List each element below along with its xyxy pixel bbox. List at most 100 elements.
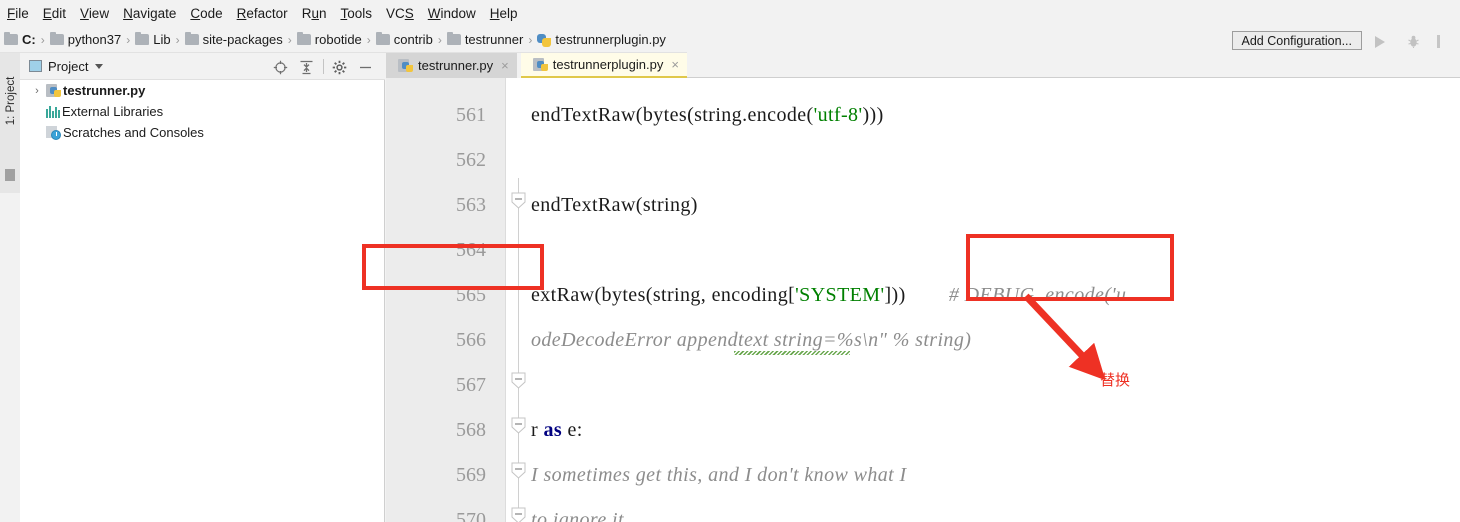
breadcrumb-python37[interactable]: python37 bbox=[49, 31, 122, 47]
menu-item-run[interactable]: Run bbox=[295, 4, 334, 23]
breadcrumb-robotide[interactable]: robotide bbox=[296, 31, 362, 47]
code-token-plain: ))) bbox=[862, 104, 884, 126]
project-panel: Project › testrunner.py External Librari… bbox=[20, 53, 385, 522]
fold-marker-icon[interactable] bbox=[511, 507, 526, 522]
menu-mnemonic: F bbox=[7, 6, 16, 21]
code-token-plain: endTextRaw(bytes(string.encode( bbox=[531, 104, 814, 126]
menu-item-code[interactable]: Code bbox=[183, 4, 229, 23]
breadcrumb-label: C: bbox=[22, 32, 36, 47]
menu-item-help[interactable]: Help bbox=[483, 4, 525, 23]
code-token-plain: endTextRaw(string) bbox=[531, 194, 698, 216]
pycharm-window: File Edit View Navigate Code Refactor Run Tools… bbox=[0, 0, 1460, 522]
menu-item-tools[interactable]: Tools bbox=[333, 4, 379, 23]
breadcrumb-lib[interactable]: Lib bbox=[135, 31, 171, 47]
scratches-icon bbox=[46, 125, 61, 140]
overflow-indicator[interactable] bbox=[1437, 35, 1440, 48]
line-number: 564 bbox=[456, 239, 486, 261]
chevron-down-icon[interactable] bbox=[95, 63, 104, 69]
locate-target-icon[interactable] bbox=[268, 53, 294, 80]
add-configuration-button[interactable]: Add Configuration... bbox=[1231, 31, 1362, 50]
line-number: 567 bbox=[456, 374, 486, 396]
breadcrumb-label: python37 bbox=[67, 32, 122, 47]
editor-tab-testrunnerplugin-py[interactable]: testrunnerplugin.py × bbox=[520, 53, 687, 78]
menu-item-window[interactable]: Window bbox=[421, 4, 483, 23]
menu-item-file[interactable]: File bbox=[0, 4, 36, 23]
code-line-565: extRaw(bytes(string, encoding['SYSTEM'])… bbox=[531, 285, 1126, 305]
breadcrumb-separator: › bbox=[437, 32, 442, 47]
line-number: 566 bbox=[456, 329, 486, 351]
fold-marker-icon[interactable] bbox=[511, 417, 526, 434]
menu-bar: File Edit View Navigate Code Refactor Run Tools… bbox=[0, 0, 1460, 27]
tree-item-scratches-and-consoles[interactable]: Scratches and Consoles bbox=[20, 122, 385, 143]
editor-tab-testrunner-py[interactable]: testrunner.py × bbox=[386, 53, 517, 78]
folder-icon bbox=[135, 31, 150, 45]
line-number: 568 bbox=[456, 419, 486, 441]
menu-mnemonic: C bbox=[190, 6, 201, 21]
breadcrumb-label: Lib bbox=[153, 32, 171, 47]
menu-item-refactor[interactable]: Refactor bbox=[230, 4, 295, 23]
menu-mnemonic: H bbox=[489, 6, 500, 21]
fold-marker-icon[interactable] bbox=[511, 462, 526, 479]
code-token-cmt: to ignore it. bbox=[531, 509, 630, 522]
tree-item-testrunner-py[interactable]: › testrunner.py bbox=[20, 80, 385, 101]
close-icon[interactable]: × bbox=[501, 58, 509, 73]
breadcrumb-label: testrunner bbox=[464, 32, 524, 47]
menu-item-edit[interactable]: Edit bbox=[36, 4, 73, 23]
spellcheck-squiggle bbox=[734, 351, 850, 355]
line-number-gutter: 561 562 563 564 565 566 567 568 569 570 bbox=[386, 78, 506, 522]
run-icon[interactable] bbox=[1375, 36, 1385, 48]
code-editor[interactable]: 561 562 563 564 565 566 567 568 569 570 endTextRa… bbox=[386, 78, 1460, 522]
strip-filler bbox=[0, 193, 20, 522]
project-panel-header: Project bbox=[20, 53, 385, 80]
breadcrumb-label: contrib bbox=[393, 32, 433, 47]
annotation-label: 替换 bbox=[1100, 371, 1131, 389]
strip-handle[interactable] bbox=[5, 169, 15, 181]
toolbar-divider bbox=[323, 59, 324, 74]
breadcrumb-testrunner[interactable]: testrunner bbox=[446, 31, 524, 47]
folder-icon bbox=[296, 31, 311, 45]
folder-icon bbox=[184, 31, 199, 45]
tree-item-external-libraries[interactable]: External Libraries bbox=[20, 101, 385, 122]
breadcrumb-c-[interactable]: C: bbox=[4, 31, 36, 47]
project-tool-window-button[interactable]: 1: Project bbox=[5, 69, 17, 133]
menu-item-vcs[interactable]: VCS bbox=[379, 4, 421, 23]
breadcrumb-separator: › bbox=[528, 32, 533, 47]
breadcrumb-contrib[interactable]: contrib bbox=[375, 31, 433, 47]
minimize-icon[interactable] bbox=[353, 53, 379, 80]
menu-mnemonic: N bbox=[123, 6, 133, 21]
python-file-icon bbox=[398, 58, 413, 73]
collapse-all-icon[interactable] bbox=[294, 53, 320, 80]
fold-marker-icon[interactable] bbox=[511, 192, 526, 209]
code-token-cmt: # DEBUG .encode('u bbox=[905, 284, 1127, 306]
menu-mnemonic: E bbox=[42, 6, 52, 21]
breadcrumb-testrunnerplugin-py[interactable]: testrunnerplugin.py bbox=[537, 32, 666, 47]
breadcrumb-site-packages[interactable]: site-packages bbox=[184, 31, 283, 47]
code-line-566: odeDecodeError appendtext string=%s\n" %… bbox=[531, 330, 971, 350]
breadcrumb-separator: › bbox=[366, 32, 371, 47]
close-icon[interactable]: × bbox=[671, 57, 679, 72]
menu-mnemonic: T bbox=[340, 6, 348, 21]
editor-tab-label: testrunnerplugin.py bbox=[552, 57, 664, 72]
settings-gear-icon[interactable] bbox=[327, 53, 353, 80]
project-tree: › testrunner.py External Libraries Scratche… bbox=[20, 80, 385, 143]
line-number: 561 bbox=[456, 104, 486, 126]
left-tool-strip: 1: Project bbox=[0, 53, 21, 522]
fold-marker-icon[interactable] bbox=[511, 372, 526, 389]
tree-item-label: testrunner.py bbox=[63, 83, 146, 98]
code-line-561: endTextRaw(bytes(string.encode('utf-8'))… bbox=[531, 105, 884, 125]
breadcrumb-separator: › bbox=[40, 32, 45, 47]
breadcrumb-separator: › bbox=[175, 32, 180, 47]
tree-item-label: Scratches and Consoles bbox=[63, 125, 204, 140]
python-file-icon bbox=[532, 57, 548, 72]
tree-expand-arrow[interactable]: › bbox=[30, 85, 44, 97]
debug-bug-icon[interactable] bbox=[1407, 35, 1420, 48]
fold-marker-column bbox=[507, 78, 531, 522]
menu-item-view[interactable]: View bbox=[73, 4, 116, 23]
code-token-plain: r bbox=[531, 419, 544, 441]
menu-mnemonic: S bbox=[404, 6, 414, 21]
menu-mnemonic: u bbox=[311, 6, 319, 21]
editor-area: testrunner.py × testrunnerplugin.py × 561 56… bbox=[386, 52, 1460, 522]
breadcrumb-label: testrunnerplugin.py bbox=[555, 32, 666, 47]
folder-icon bbox=[49, 31, 64, 45]
menu-item-navigate[interactable]: Navigate bbox=[116, 4, 183, 23]
